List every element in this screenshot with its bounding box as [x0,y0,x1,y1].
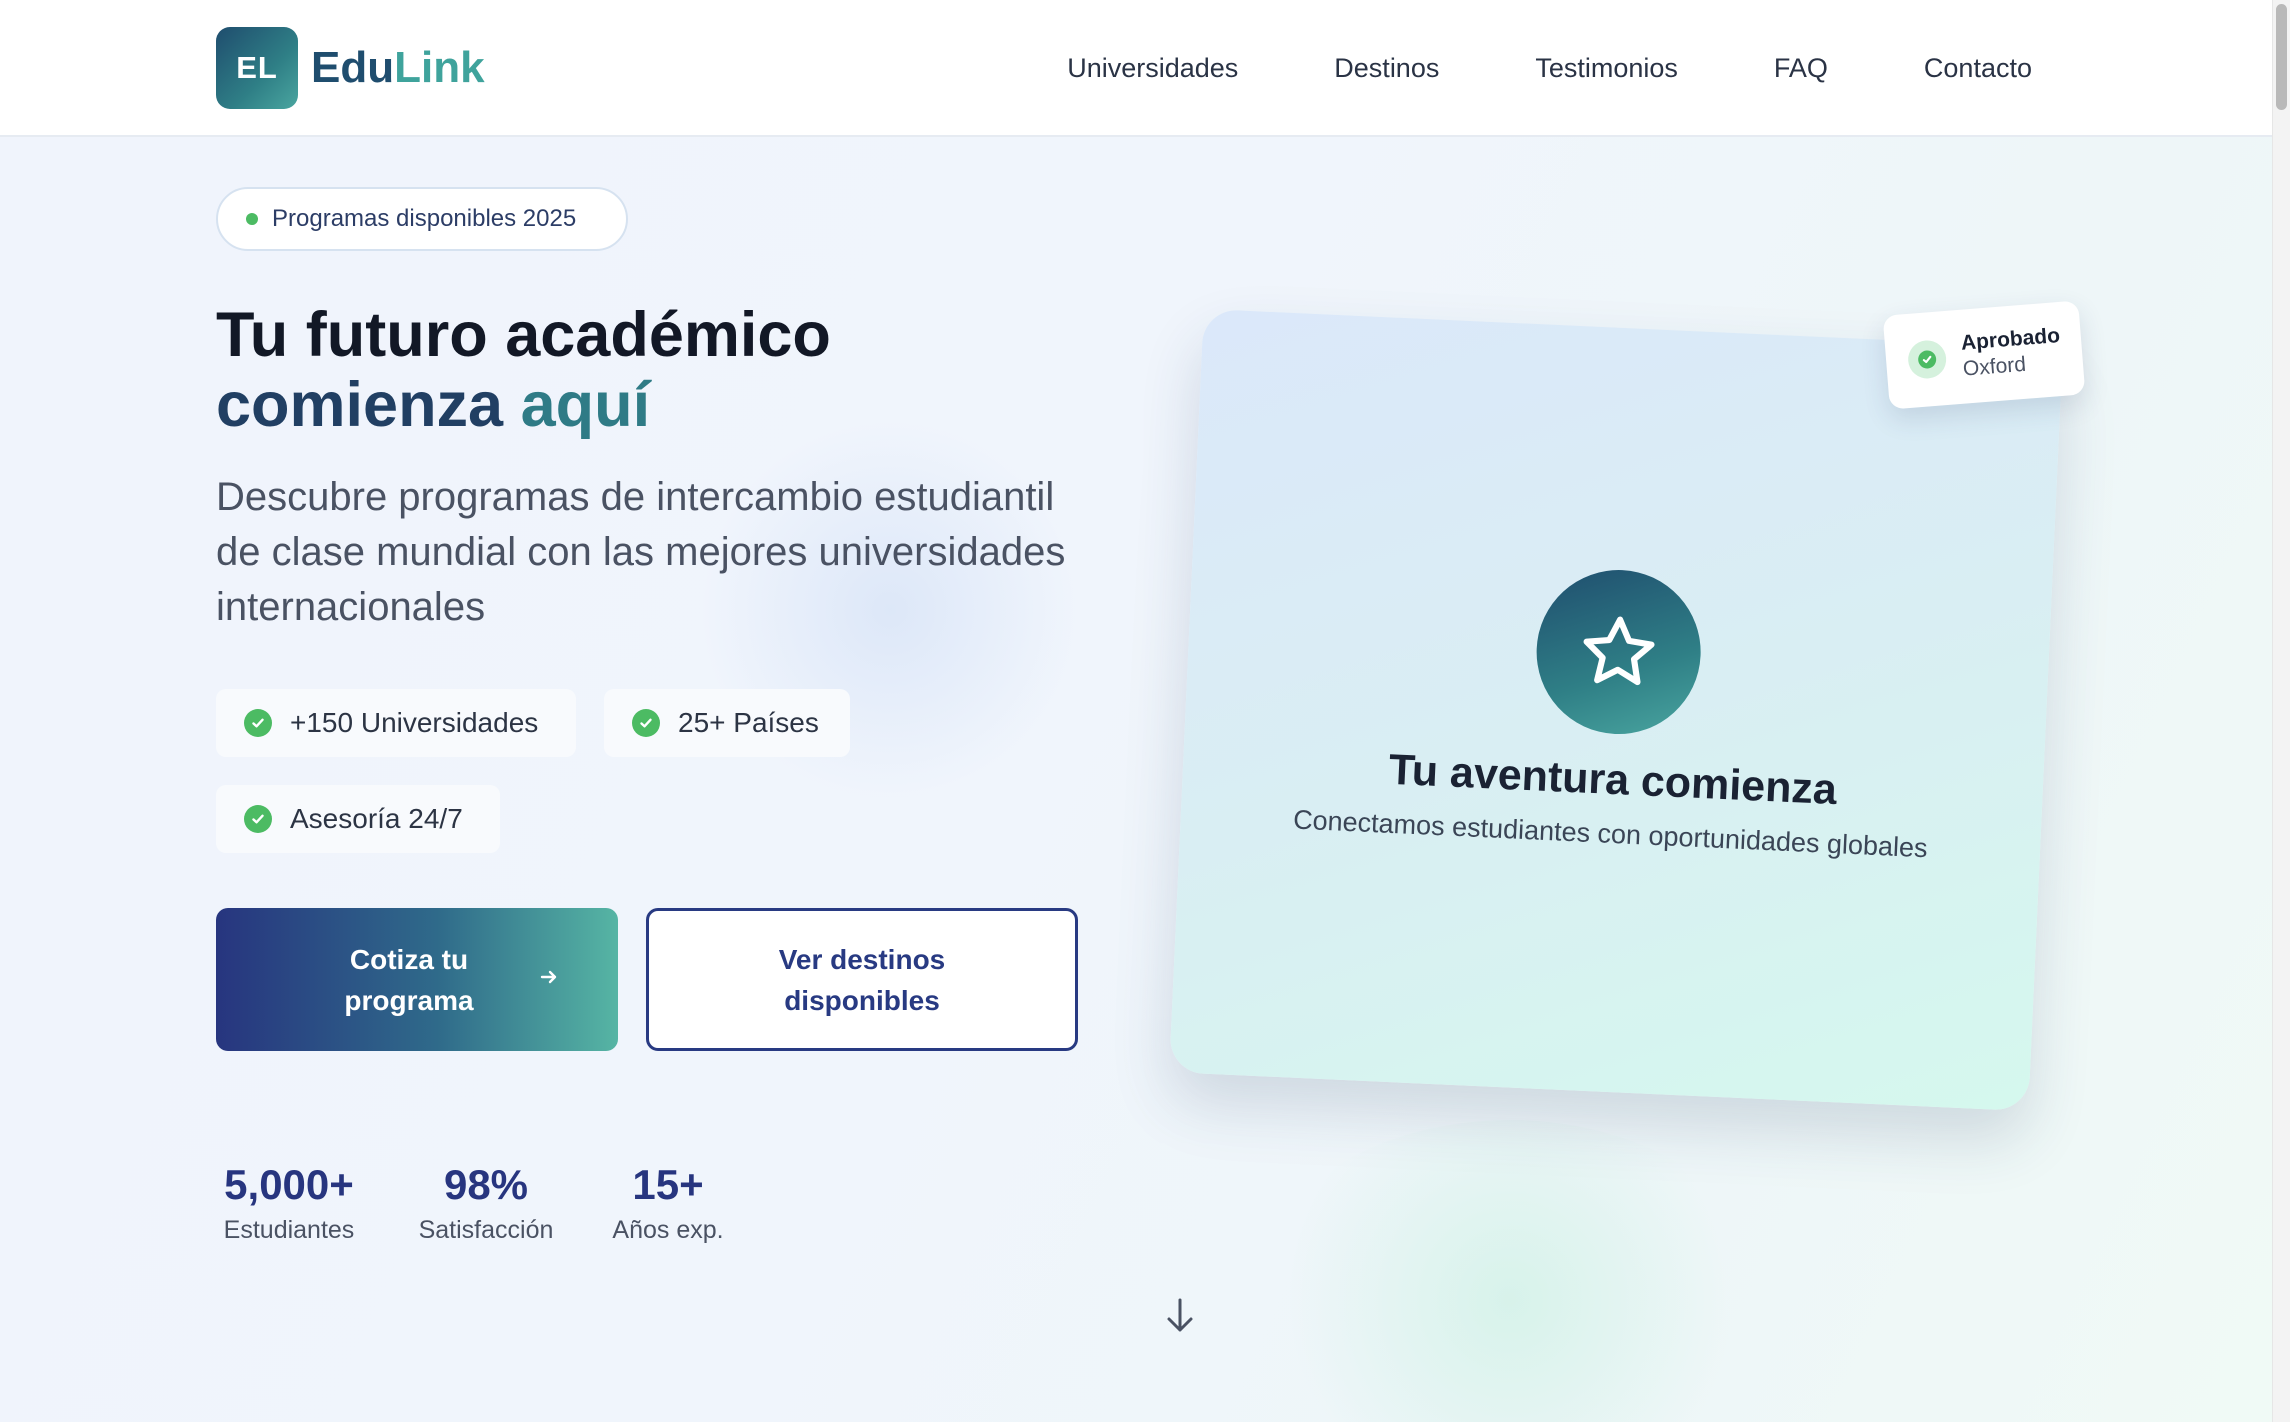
nav-link-testimonios[interactable]: Testimonios [1535,53,1678,84]
feature-asesoria: Asesoría 24/7 [216,785,500,853]
feature-label: +150 Universidades [290,707,539,738]
logo-mark[interactable]: EL [216,27,298,109]
stat-value: 98% [443,1161,529,1208]
logo-wordmark-part1: Edu [311,43,395,92]
hero-headline-line1: Tu futuro académico [216,300,831,370]
quote-program-button[interactable]: Cotiza tu programa [216,908,618,1051]
hero-card: Tu aventura comienza Conectamos estudian… [1169,308,2063,1112]
feature-label: Asesoría 24/7 [290,803,463,834]
stat-label: Estudiantes [223,1216,355,1244]
nav-link-contacto[interactable]: Contacto [1924,53,2032,84]
stat-value: 5,000+ [224,1161,354,1208]
stat-value: 15+ [632,1161,704,1208]
view-destinations-button-label: Ver destinos disponibles [778,943,946,1016]
scrollbar-thumb[interactable] [2276,4,2287,110]
hero-headline-line2b: aquí [520,370,651,440]
check-circle-icon [1906,339,1948,380]
check-icon [244,709,272,737]
approved-badge: Aprobado Oxford [1882,300,2086,410]
stat-satisfaction: 98% Satisfacción [404,1160,568,1245]
card-title: Tu aventura comienza [1387,745,1838,815]
main-nav: Universidades Destinos Testimonios FAQ C… [1000,0,2032,137]
feature-label: 25+ Países [678,707,819,738]
quote-program-button-label: Cotiza tu programa [344,943,474,1016]
stat-label: Satisfacción [418,1216,554,1244]
nav-link-faq[interactable]: FAQ [1774,53,1828,84]
star-icon [1532,566,1705,738]
availability-badge-label: Programas disponibles 2025 [272,205,577,232]
site-header: EL EduLink Universidades Destinos Testim… [0,0,2272,137]
logo-wordmark-part2: Link [394,43,485,92]
status-dot-icon [246,213,258,225]
view-destinations-button[interactable]: Ver destinos disponibles [646,908,1078,1051]
hero-headline-line2a: comienza [216,370,504,440]
stat-label: Años exp. [612,1216,724,1244]
feature-paises: 25+ Países [604,689,850,757]
scrollbar[interactable] [2272,0,2290,1422]
logo-wordmark[interactable]: EduLink [311,40,485,96]
stat-students: 5,000+ Estudiantes [206,1160,372,1245]
nav-link-universidades[interactable]: Universidades [1067,53,1238,84]
page: EL EduLink Universidades Destinos Testim… [0,0,2290,1422]
background-blob [1250,1120,1770,1422]
check-icon [632,709,660,737]
arrow-right-icon [538,959,560,1000]
hero-subtitle: Descubre programas de intercambio estudi… [216,475,1066,629]
check-icon [244,805,272,833]
nav-link-destinos[interactable]: Destinos [1334,53,1439,84]
scroll-down-icon[interactable] [1160,1296,1200,1336]
hero-headline: Tu futuro académico comienza aquí [216,300,1116,440]
stat-years: 15+ Años exp. [600,1160,736,1245]
availability-badge: Programas disponibles 2025 [216,187,628,251]
feature-universidades: +150 Universidades [216,689,576,757]
